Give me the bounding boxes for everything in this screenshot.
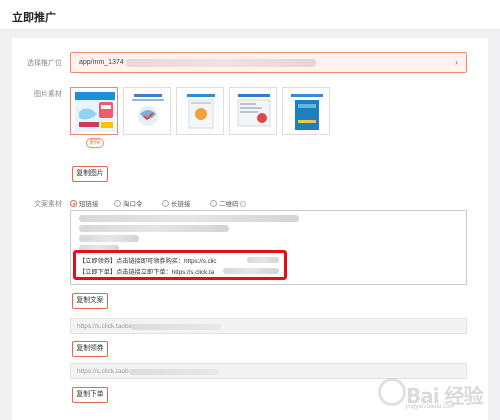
product-image-2	[128, 92, 168, 132]
page-header: 立即推广	[0, 0, 500, 30]
redacted-text	[131, 324, 221, 330]
copy-order-button[interactable]: 复制下单	[72, 387, 108, 403]
copy-coupon-button[interactable]: 复制领券	[72, 341, 108, 357]
redacted-text	[79, 235, 139, 242]
radio-unselected-icon	[210, 200, 217, 207]
coupon-link-field[interactable]: https://s.click.taoba	[70, 318, 467, 334]
radio-long-link[interactable]: 长链接	[162, 198, 191, 208]
product-image-5	[287, 92, 327, 132]
image-thumbnail[interactable]	[282, 87, 330, 135]
placement-select[interactable]: app/mm_1374 ›	[70, 52, 467, 73]
coupon-link-value: https://s.click.taoba	[77, 323, 133, 330]
product-image-3	[181, 92, 221, 132]
radio-label: 二维码	[219, 201, 239, 208]
redacted-text	[129, 369, 219, 375]
redacted-text	[79, 225, 229, 232]
placement-value: app/mm_1374	[79, 59, 124, 66]
product-image-4	[234, 92, 274, 132]
radio-qrcode[interactable]: 二维码?	[210, 198, 246, 208]
product-image-1	[75, 92, 115, 132]
delete-image-tag[interactable]: 删除	[86, 138, 104, 148]
radio-short-link[interactable]: 短链接	[70, 198, 99, 208]
radio-label: 淘口令	[123, 201, 143, 208]
images-label: 图片素材	[34, 91, 62, 98]
radio-unselected-icon	[162, 200, 169, 207]
image-thumbnail[interactable]	[229, 87, 277, 135]
annotation-highlight-box	[73, 250, 287, 280]
image-thumbnail[interactable]	[123, 87, 171, 135]
redacted-text	[79, 215, 299, 222]
image-thumbnail[interactable]	[176, 87, 224, 135]
radio-unselected-icon	[114, 200, 121, 207]
paw-logo-icon	[378, 378, 406, 406]
copy-image-button[interactable]: 复制图片	[72, 166, 108, 182]
copy-text-button[interactable]: 复制文案	[72, 293, 108, 309]
radio-selected-icon	[70, 200, 77, 207]
watermark-url: jingyan.baidu.com	[406, 404, 455, 410]
help-icon[interactable]: ?	[239, 201, 246, 207]
radio-label: 长链接	[171, 201, 191, 208]
redacted-placement-id	[126, 59, 316, 67]
baidu-jingyan-watermark: Bai 经验 jingyan.baidu.com	[368, 374, 488, 414]
placement-label: 选择推广位	[27, 60, 62, 67]
image-thumbnail[interactable]	[70, 87, 118, 135]
page-title: 立即推广	[12, 12, 56, 24]
radio-label: 短链接	[79, 201, 99, 208]
radio-taokouling[interactable]: 淘口令	[114, 198, 143, 208]
chevron-right-icon: ›	[455, 57, 458, 67]
copy-materials-label: 文案素材	[34, 201, 62, 208]
order-link-value: https://s.click.taob	[77, 368, 129, 375]
